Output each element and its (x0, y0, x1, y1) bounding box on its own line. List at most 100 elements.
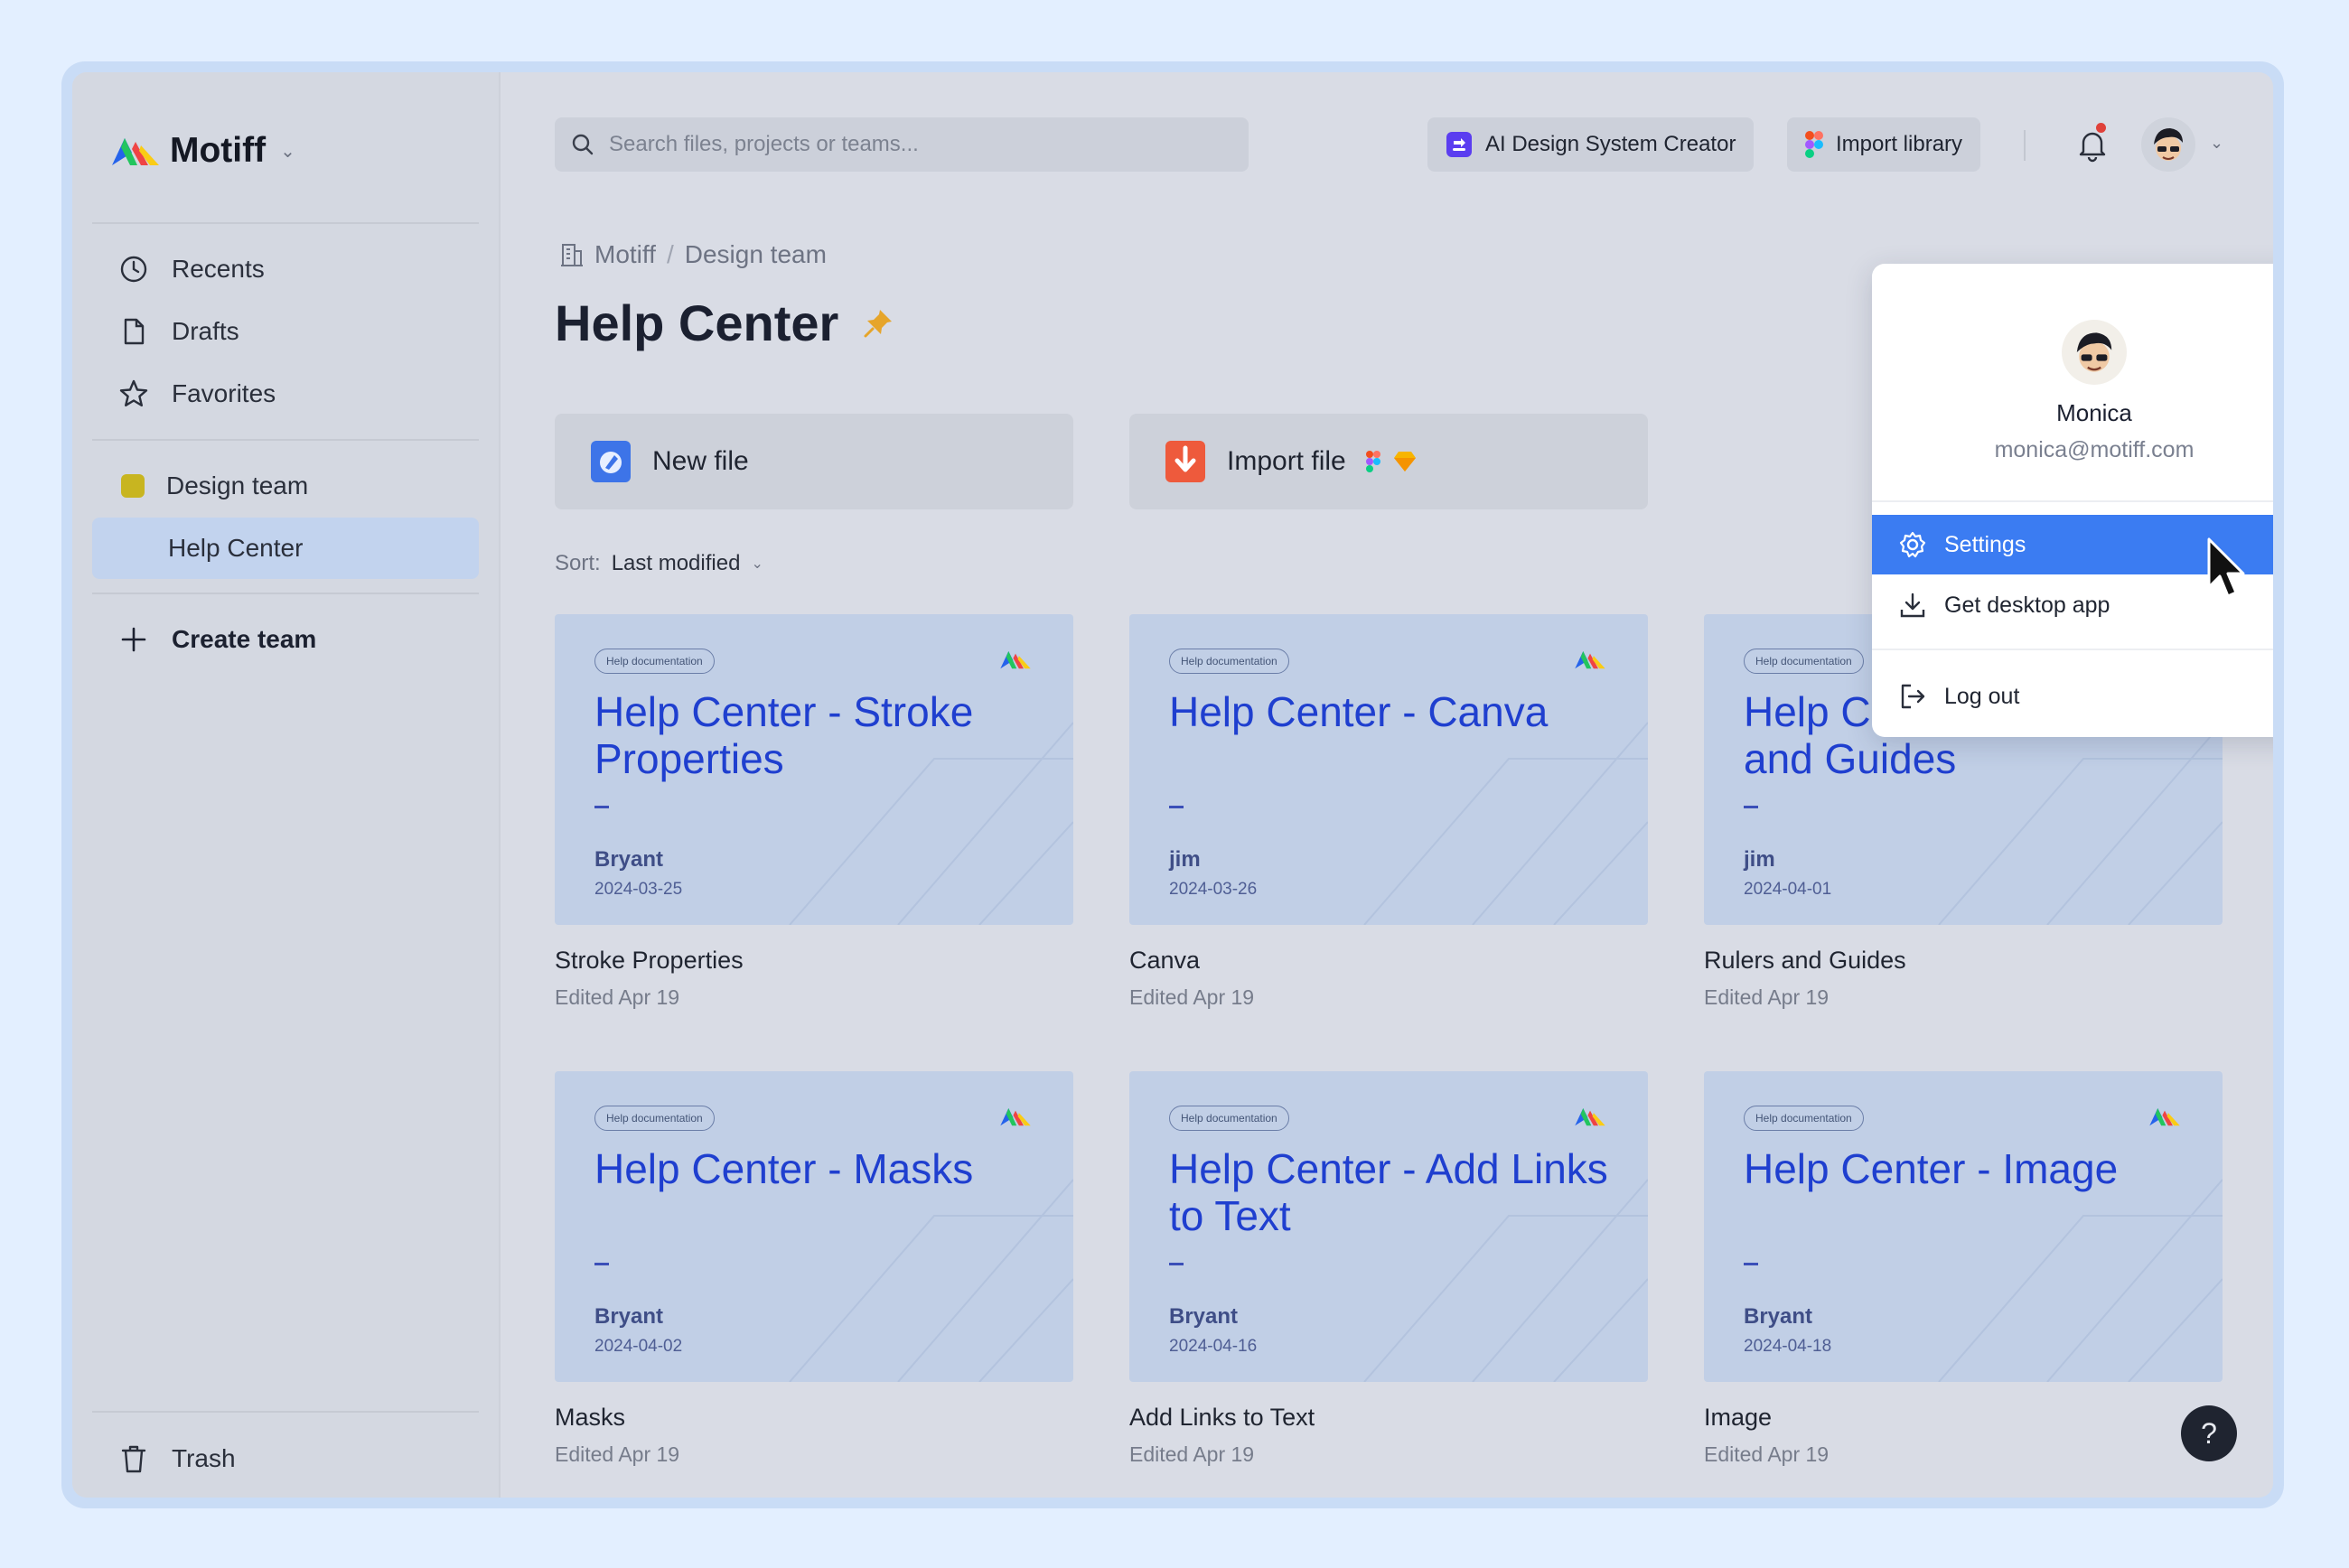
thumbnail-dash (594, 806, 609, 808)
file-card[interactable]: Help documentation Help Center - Stroke P… (555, 614, 1073, 1010)
new-file-button[interactable]: New file (555, 414, 1073, 509)
motiff-logo-icon (1575, 651, 1605, 669)
divider (1872, 649, 2273, 650)
motiff-logo-icon (1000, 1108, 1031, 1126)
divider (92, 593, 479, 594)
team-color-badge (121, 474, 145, 498)
page-title-text: Help Center (555, 294, 839, 351)
file-tag: Help documentation (1169, 1106, 1289, 1131)
thumbnail-date: 2024-04-16 (1169, 1337, 1258, 1356)
sidebar-item-label: Drafts (172, 317, 239, 345)
clock-icon (116, 251, 152, 287)
divider (1872, 500, 2273, 502)
ai-sparkle-icon (1446, 132, 1472, 157)
create-team-button[interactable]: Create team (92, 610, 479, 669)
avatar-icon (2076, 332, 2112, 372)
file-thumbnail[interactable]: Help documentation Help Center - Masks Bry… (555, 1071, 1073, 1382)
file-edited-time: Edited Apr 19 (555, 1442, 680, 1466)
file-edited-time: Edited Apr 19 (1704, 985, 1830, 1009)
import-file-label: Import file (1227, 446, 1346, 476)
chevron-down-icon: ⌄ (280, 141, 295, 162)
brand-switcher[interactable]: Motiff ⌄ (110, 128, 295, 173)
file-edited-time: Edited Apr 19 (1129, 985, 1255, 1009)
trash-icon (116, 1441, 152, 1477)
menu-item-logout[interactable]: Log out (1872, 667, 2273, 726)
app-window: Motiff ⌄ Recents Drafts Favorites Design… (72, 72, 2273, 1498)
avatar-icon (2154, 128, 2183, 161)
sidebar-item-trash[interactable]: Trash (92, 1429, 479, 1489)
file-thumbnail[interactable]: Help documentation Help Center - Image Bry… (1704, 1071, 2223, 1382)
thumbnail-dash (1744, 1263, 1758, 1265)
import-file-icon (1165, 441, 1205, 482)
bell-icon[interactable] (2073, 125, 2112, 164)
divider (2024, 130, 2026, 161)
file-thumbnail[interactable]: Help documentation Help Center - Stroke P… (555, 614, 1073, 925)
sidebar-item-recents[interactable]: Recents (92, 239, 479, 299)
search-input[interactable] (609, 132, 1187, 157)
logout-icon (1901, 684, 1925, 709)
file-tag: Help documentation (1744, 649, 1864, 674)
file-thumbnail[interactable]: Help documentation Help Center - Canva jim… (1129, 614, 1648, 925)
sketch-icon (1393, 452, 1416, 471)
search-box[interactable] (555, 117, 1249, 172)
help-button[interactable]: ? (2181, 1405, 2237, 1461)
thumbnail-author: jim (1169, 847, 1201, 872)
thumbnail-date: 2024-04-02 (594, 1337, 683, 1356)
thumbnail-author: Bryant (594, 1304, 664, 1329)
user-email: monica@motiff.com (1994, 437, 2195, 462)
divider (92, 222, 479, 224)
ai-button-label: AI Design System Creator (1485, 132, 1736, 156)
search-icon (572, 134, 594, 155)
thumbnail-date: 2024-04-18 (1744, 1337, 1832, 1356)
file-card[interactable]: Help documentation Help Center - Masks Bry… (555, 1071, 1073, 1467)
new-file-label: New file (652, 446, 749, 476)
mouse-cursor-icon (2207, 537, 2245, 598)
sidebar-item-drafts[interactable]: Drafts (92, 302, 479, 361)
sort-label: Sort: (555, 551, 601, 575)
breadcrumb: Motiff / Design team (560, 240, 827, 269)
thumbnail-title: Help Center - Masks (594, 1145, 974, 1192)
sidebar-item-label: Design team (166, 471, 309, 499)
user-menu: Monica monica@motiff.com Settings Get de… (1872, 264, 2273, 737)
file-name[interactable]: Canva (1129, 947, 1648, 975)
menu-item-label: Log out (1944, 683, 2020, 709)
import-library-button[interactable]: Import library (1787, 117, 1981, 172)
user-avatar[interactable] (2141, 117, 2195, 172)
file-card[interactable]: Help documentation Help Center - Add Link… (1129, 1071, 1648, 1467)
file-edited-time: Edited Apr 19 (555, 985, 680, 1009)
breadcrumb-org[interactable]: Motiff (594, 240, 656, 269)
create-team-label: Create team (172, 625, 317, 653)
file-thumbnail[interactable]: Help documentation Help Center - Add Link… (1129, 1071, 1648, 1382)
sort-control[interactable]: Sort: Last modified ⌄ (555, 551, 763, 576)
sidebar-item-design-team[interactable]: Design team (92, 456, 479, 516)
ai-design-system-button[interactable]: AI Design System Creator (1427, 117, 1755, 172)
file-name[interactable]: Rulers and Guides (1704, 947, 2223, 975)
thumbnail-title: Help Center - Add Links to Text (1169, 1145, 1608, 1239)
file-card[interactable]: Help documentation Help Center - Image Bry… (1704, 1071, 2223, 1467)
figma-icon (1805, 131, 1823, 158)
motiff-logo-icon (112, 138, 159, 165)
file-name[interactable]: Add Links to Text (1129, 1404, 1648, 1432)
pin-icon[interactable] (862, 307, 894, 340)
thumbnail-date: 2024-04-01 (1744, 880, 1832, 899)
file-tag: Help documentation (1169, 649, 1289, 674)
breadcrumb-team[interactable]: Design team (685, 240, 827, 269)
page-title: Help Center (555, 294, 894, 352)
file-icon (116, 313, 152, 350)
sidebar-item-label: Trash (172, 1444, 236, 1472)
gear-icon (1899, 531, 1926, 558)
sidebar-item-favorites[interactable]: Favorites (92, 364, 479, 424)
import-file-button[interactable]: Import file (1129, 414, 1648, 509)
file-name[interactable]: Masks (555, 1404, 1073, 1432)
sidebar-item-help-center[interactable]: Help Center (92, 518, 479, 579)
thumbnail-dash (1744, 806, 1758, 808)
thumbnail-date: 2024-03-26 (1169, 880, 1258, 899)
file-card[interactable]: Help documentation Help Center - Canva jim… (1129, 614, 1648, 1010)
new-file-icon (591, 441, 631, 482)
building-icon (561, 244, 583, 266)
download-icon (1900, 593, 1925, 618)
file-name[interactable]: Stroke Properties (555, 947, 1073, 975)
chevron-down-icon[interactable]: ⌄ (2210, 134, 2223, 153)
breadcrumb-separator: / (666, 240, 674, 268)
file-name[interactable]: Image (1704, 1404, 2223, 1432)
